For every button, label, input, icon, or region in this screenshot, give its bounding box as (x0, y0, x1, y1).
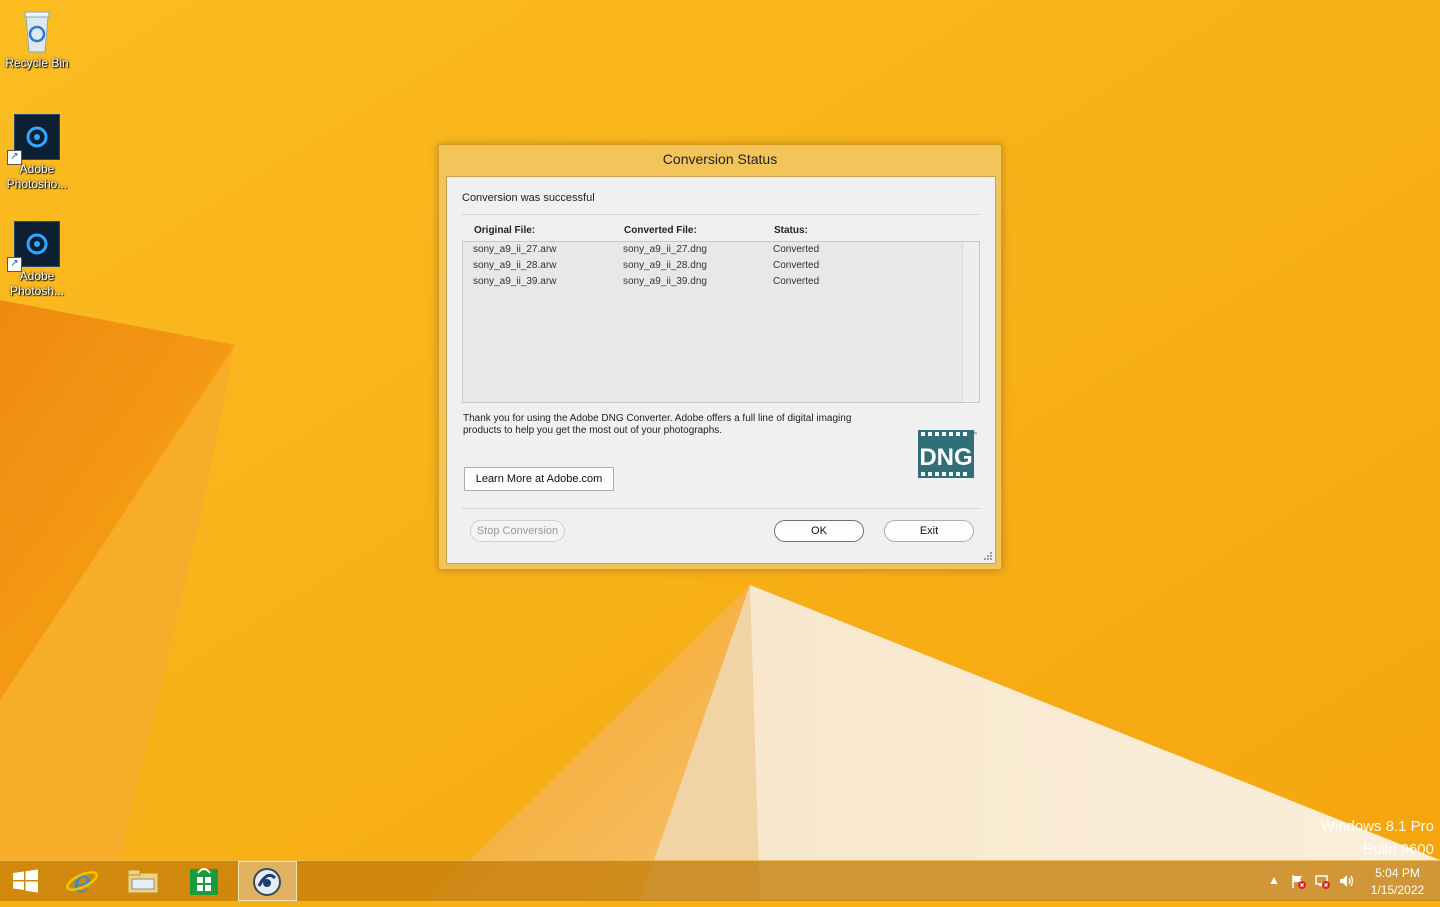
shortcut-arrow-icon: ↗ (7, 150, 22, 165)
internet-explorer-icon: e (66, 865, 98, 900)
column-header-converted: Converted File: (624, 225, 697, 236)
desktop-icon-adobe-photoshop-2[interactable]: ↗ Adobe Photosh... (2, 221, 72, 299)
watermark-edition: Windows 8.1 Pro (1320, 818, 1434, 835)
converted-file: sony_a9_ii_28.dng (623, 260, 707, 271)
windows-logo-icon (13, 869, 38, 893)
file-list[interactable]: sony_a9_ii_27.arw sony_a9_ii_27.dng Conv… (462, 241, 980, 403)
volume-icon[interactable] (1338, 873, 1356, 892)
original-file: sony_a9_ii_27.arw (473, 244, 557, 255)
windows-watermark: Windows 8.1 Pro Build 9600 (1321, 815, 1434, 861)
desktop-icon-label: Adobe Photosho... (6, 162, 68, 191)
folder-icon (127, 869, 159, 894)
thanks-text: Thank you for using the Adobe DNG Conver… (463, 413, 852, 436)
svg-text:™: ™ (971, 431, 977, 438)
start-button[interactable] (0, 861, 56, 901)
ok-button[interactable]: OK (774, 520, 864, 542)
show-hidden-icons-button[interactable]: ▲ (1268, 873, 1280, 887)
divider (462, 508, 980, 509)
converted-file: sony_a9_ii_39.dng (623, 276, 707, 287)
taskbar-clock[interactable]: 5:04 PM 1/15/2022 (1360, 865, 1435, 899)
list-item[interactable]: sony_a9_ii_27.arw sony_a9_ii_27.dng Conv… (463, 242, 953, 258)
dng-logo-icon: DNG ™ (918, 430, 978, 482)
dng-converter-icon (253, 868, 281, 896)
taskbar-internet-explorer[interactable]: e (54, 861, 110, 901)
original-file: sony_a9_ii_39.arw (473, 276, 557, 287)
column-header-status: Status: (774, 225, 808, 236)
list-scrollbar[interactable] (962, 242, 979, 402)
file-status: Converted (773, 260, 820, 271)
status-message: Conversion was successful (462, 192, 595, 204)
desktop-icon-label: Recycle Bin (5, 56, 69, 70)
desktop-icon-recycle-bin[interactable]: Recycle Bin (2, 8, 72, 71)
exit-button[interactable]: Exit (884, 520, 974, 542)
desktop-icon-label: Adobe Photosh... (9, 269, 65, 298)
divider (462, 214, 980, 215)
stop-conversion-button[interactable]: Stop Conversion (470, 520, 565, 542)
taskbar-file-explorer[interactable] (115, 861, 171, 901)
adobe-photoshop-icon: ↗ (7, 114, 60, 165)
list-item[interactable]: sony_a9_ii_39.arw sony_a9_ii_39.dng Conv… (463, 274, 953, 290)
learn-more-button[interactable]: Learn More at Adobe.com (464, 467, 614, 491)
conversion-status-dialog: Conversion Status Conversion was success… (438, 144, 1002, 570)
taskbar: e ▲ 5:04 PM 1/15/2022 (0, 860, 1440, 901)
clock-date: 1/15/2022 (1370, 883, 1425, 897)
list-item[interactable]: sony_a9_ii_28.arw sony_a9_ii_28.dng Conv… (463, 258, 953, 274)
shortcut-arrow-icon: ↗ (7, 257, 22, 272)
dialog-title: Conversion Status (662, 151, 778, 167)
svg-text:DNG: DNG (919, 444, 972, 471)
watermark-build: Build 9600 (1363, 841, 1434, 858)
original-file: sony_a9_ii_28.arw (473, 260, 557, 271)
adobe-photoshop-icon: ↗ (7, 221, 60, 272)
file-status: Converted (773, 276, 820, 287)
taskbar-dng-converter[interactable] (238, 861, 297, 901)
dialog-client-area: Conversion was successful Original File:… (446, 176, 996, 564)
desktop-icon-adobe-photoshop-1[interactable]: ↗ Adobe Photosho... (2, 114, 72, 192)
taskbar-store[interactable] (176, 861, 232, 901)
column-header-original: Original File: (474, 225, 536, 236)
recycle-bin-icon (14, 8, 60, 54)
file-status: Converted (773, 244, 820, 255)
svg-text:e: e (73, 865, 91, 900)
converted-file: sony_a9_ii_27.dng (623, 244, 707, 255)
action-center-flag-icon[interactable] (1290, 873, 1306, 892)
network-icon[interactable] (1314, 873, 1330, 892)
clock-time: 5:04 PM (1375, 866, 1420, 880)
resize-grip-icon[interactable] (983, 551, 993, 561)
store-icon (190, 868, 218, 895)
